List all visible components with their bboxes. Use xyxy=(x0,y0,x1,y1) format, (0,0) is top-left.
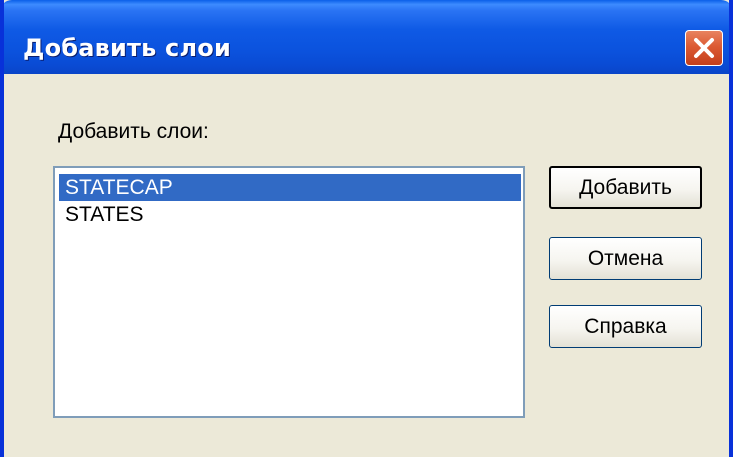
title-bar[interactable]: Добавить слои xyxy=(4,0,729,74)
add-button[interactable]: Добавить xyxy=(549,166,702,209)
close-button[interactable] xyxy=(685,30,723,66)
list-item-states[interactable]: STATES xyxy=(59,201,521,228)
window-title: Добавить слои xyxy=(23,34,231,62)
list-item-statecap[interactable]: STATECAP xyxy=(59,174,521,201)
cancel-button[interactable]: Отмена xyxy=(549,237,702,280)
layers-listbox[interactable]: STATECAP STATES xyxy=(53,166,525,418)
help-button[interactable]: Справка xyxy=(549,305,702,348)
add-layers-dialog: Добавить слои Добавить слои: STATECAP ST… xyxy=(0,0,733,457)
close-icon xyxy=(694,38,714,58)
layers-list-label: Добавить слои: xyxy=(58,120,209,143)
